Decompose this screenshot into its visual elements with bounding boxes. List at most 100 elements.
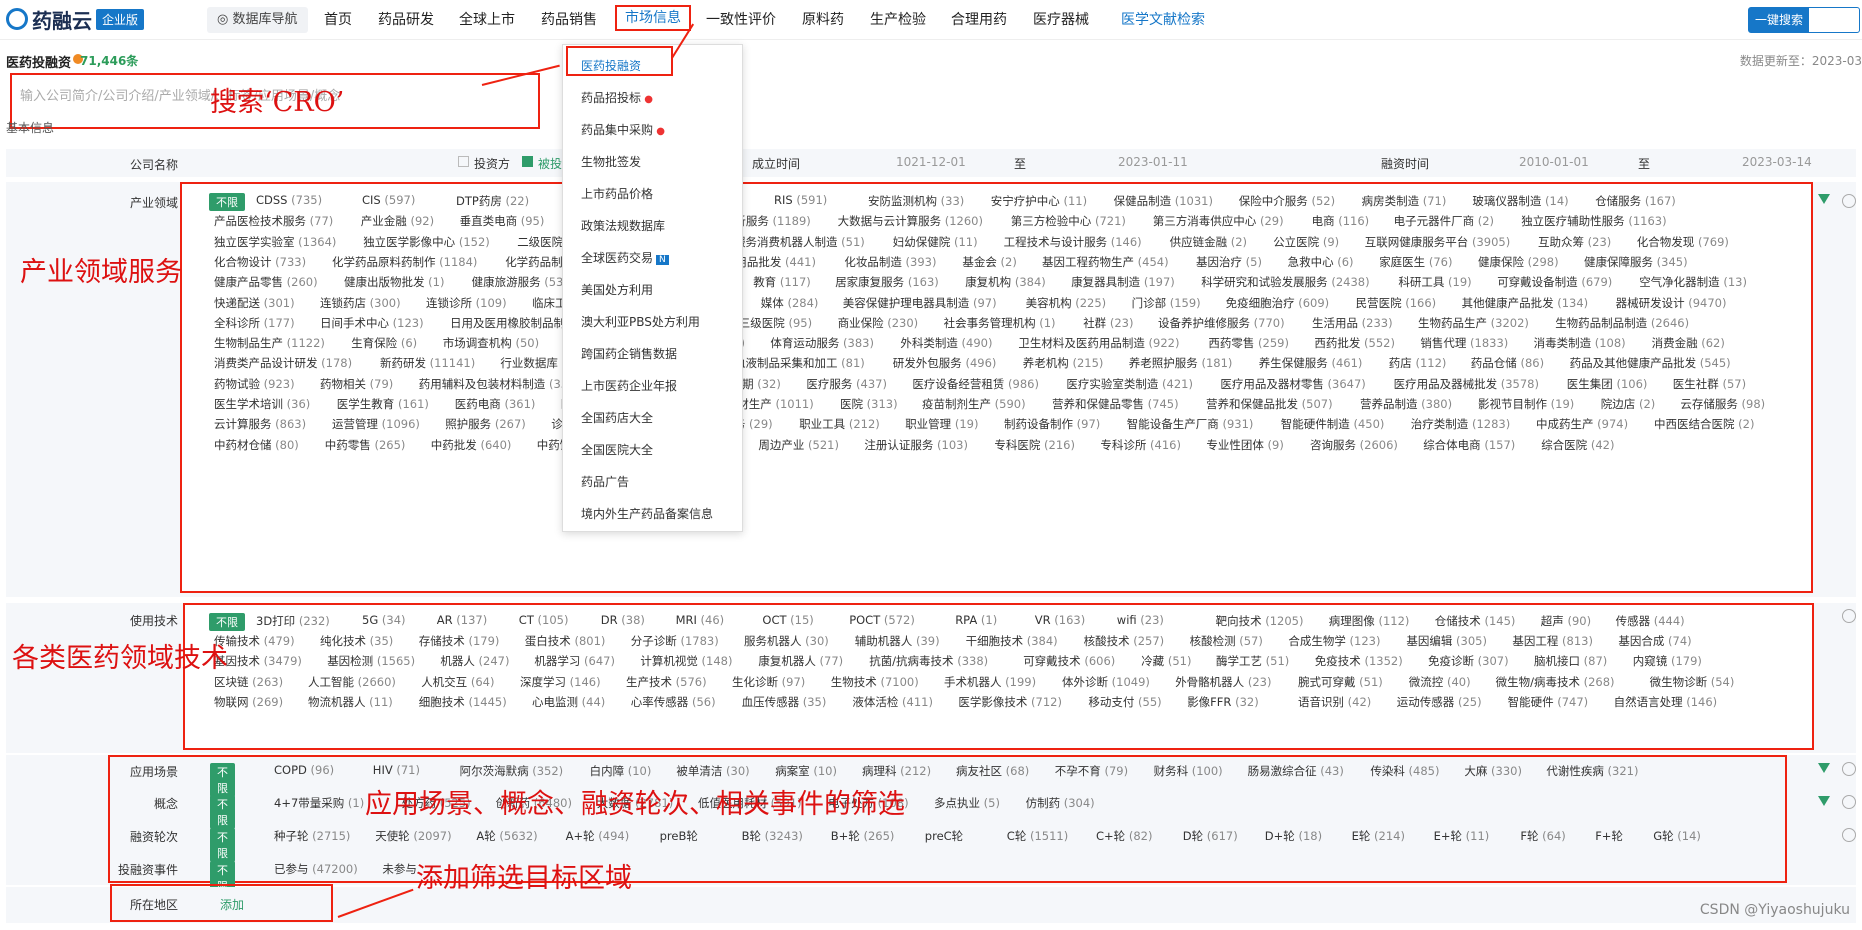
- filter-option[interactable]: 消费金融 (62): [1652, 335, 1725, 351]
- filter-option[interactable]: 连锁药店 (300): [320, 295, 401, 311]
- filter-option[interactable]: 社会事务管理机构 (1): [944, 315, 1056, 331]
- investee-checkbox[interactable]: [522, 156, 533, 167]
- filter-option[interactable]: 安防监测机构 (33): [868, 193, 964, 209]
- filter-option[interactable]: 营养和保健品批发 (507): [1206, 396, 1333, 412]
- menu-item[interactable]: 澳大利亚PBS处方利用: [581, 313, 700, 330]
- filter-option[interactable]: 核酸检测 (57): [1190, 633, 1263, 649]
- filter-option[interactable]: 化学药品原料药制作 (1184): [332, 254, 477, 270]
- filter-option[interactable]: 医疗服务 (437): [806, 376, 887, 392]
- filter-option[interactable]: 康复器具制造 (197): [1071, 274, 1175, 290]
- filter-option[interactable]: VR (163): [1035, 613, 1085, 627]
- filter-option[interactable]: 专业性团体 (9): [1206, 437, 1283, 453]
- filter-option[interactable]: 财务科 (100): [1154, 763, 1223, 779]
- filter-option[interactable]: 肠易激综合征 (43): [1248, 763, 1344, 779]
- filter-option[interactable]: 影像FFR (32): [1187, 694, 1259, 710]
- filter-option[interactable]: 医疗用品及器材零售 (3647): [1220, 376, 1365, 392]
- filter-option[interactable]: 种子轮 (2715): [274, 828, 350, 844]
- filter-option[interactable]: 中药批发 (640): [431, 437, 512, 453]
- filter-option[interactable]: 健康出版物批发 (1): [344, 274, 444, 290]
- filter-option[interactable]: 民营医院 (166): [1356, 295, 1437, 311]
- filter-option[interactable]: 智能硬件 (747): [1508, 694, 1589, 710]
- filter-option[interactable]: 病理图像 (112): [1329, 613, 1410, 629]
- filter-option[interactable]: 第三方检验中心 (721): [1011, 213, 1126, 229]
- filter-option[interactable]: 疫苗制剂生产 (590): [922, 396, 1026, 412]
- filter-option[interactable]: 影视节目制作 (19): [1478, 396, 1574, 412]
- quick-search[interactable]: 一键搜索: [1748, 7, 1860, 33]
- filter-option[interactable]: F+轮: [1595, 828, 1623, 844]
- filter-option[interactable]: 物联网 (269): [214, 694, 283, 710]
- filter-option[interactable]: 病房类制造 (71): [1362, 193, 1447, 209]
- filter-option[interactable]: 设备养护维修服务 (770): [1158, 315, 1285, 331]
- filter-option[interactable]: 工程技术与设计服务 (146): [1004, 234, 1142, 250]
- filter-option[interactable]: 教育 (117): [753, 274, 811, 290]
- filter-option[interactable]: 垂直类电商 (95): [460, 213, 545, 229]
- filter-option[interactable]: 仓储技术 (145): [1435, 613, 1516, 629]
- filter-option[interactable]: 科学研究和试验发展服务 (2438): [1201, 274, 1369, 290]
- filter-option[interactable]: 大麻 (330): [1464, 763, 1522, 779]
- menu-item[interactable]: 境内外生产药品备案信息: [581, 505, 713, 522]
- filter-option[interactable]: B轮 (3243): [742, 828, 803, 844]
- filter-option[interactable]: 产业金融 (92): [361, 213, 434, 229]
- nav-rational-use[interactable]: 合理用药: [951, 9, 1007, 29]
- filter-option[interactable]: 制药设备制作 (97): [1004, 416, 1100, 432]
- filter-icon[interactable]: [1818, 796, 1830, 806]
- filter-option[interactable]: preB轮: [660, 828, 698, 844]
- filter-option[interactable]: 综合体电商 (157): [1423, 437, 1515, 453]
- filter-option[interactable]: 医药电商 (361): [455, 396, 536, 412]
- filter-option[interactable]: 化合物设计 (733): [214, 254, 306, 270]
- filter-option[interactable]: 西药零售 (259): [1208, 335, 1289, 351]
- filter-option[interactable]: wifi (23): [1117, 613, 1164, 627]
- filter-option[interactable]: 微生物诊断 (54): [1650, 674, 1735, 690]
- nav-home[interactable]: 首页: [324, 9, 352, 29]
- menu-item[interactable]: 药品集中采购 ●: [581, 121, 665, 138]
- filter-option[interactable]: 周边产业 (521): [758, 437, 839, 453]
- unlimited-option[interactable]: 不限: [209, 613, 245, 631]
- filter-option[interactable]: 产品医检技术服务 (77): [214, 213, 333, 229]
- filter-option[interactable]: 纯化技术 (35): [320, 633, 393, 649]
- filter-option[interactable]: 日间手术中心 (123): [320, 315, 424, 331]
- filter-option[interactable]: COPD (96): [274, 763, 334, 777]
- filter-option[interactable]: 抗菌/抗病毒技术 (338): [869, 653, 988, 669]
- filter-option[interactable]: 化合物发现 (769): [1637, 234, 1729, 250]
- filter-option[interactable]: 4+7带量采购 (1): [274, 795, 364, 811]
- filter-option[interactable]: 妇幼保健院 (11): [893, 234, 978, 250]
- filter-option[interactable]: 存储技术 (179): [419, 633, 500, 649]
- filter-option[interactable]: 照护服务 (267): [445, 416, 526, 432]
- filter-option[interactable]: 生物药品生产 (3202): [1418, 315, 1529, 331]
- filter-option[interactable]: 天使轮 (2097): [375, 828, 451, 844]
- filter-option[interactable]: 干细胞技术 (384): [966, 633, 1058, 649]
- filter-option[interactable]: 运营管理 (1096): [332, 416, 420, 432]
- filter-option[interactable]: 蛋白技术 (801): [525, 633, 606, 649]
- unlimited-option[interactable]: 不限: [210, 763, 235, 797]
- filter-option[interactable]: 化妆品制造 (393): [844, 254, 936, 270]
- filter-option[interactable]: 血压传感器 (35): [742, 694, 827, 710]
- filter-option[interactable]: 智能设备生产厂商 (931): [1127, 416, 1254, 432]
- filter-option[interactable]: 空气净化器制造 (13): [1639, 274, 1747, 290]
- filter-option[interactable]: 传感器 (444): [1616, 613, 1685, 629]
- filter-option[interactable]: 药用辅料及包装材料制造 (351): [419, 376, 580, 392]
- filter-option[interactable]: 医疗设备经营租赁 (986): [912, 376, 1039, 392]
- filter-option[interactable]: 基因工程 (813): [1512, 633, 1593, 649]
- filter-option[interactable]: 科研工具 (19): [1398, 274, 1471, 290]
- filter-option[interactable]: 医学生教育 (161): [337, 396, 429, 412]
- filter-option[interactable]: preC轮: [925, 828, 963, 844]
- unlimited-option[interactable]: 不限: [210, 795, 235, 829]
- filter-option[interactable]: 服务消费机器人制造 (51): [734, 234, 865, 250]
- filter-option[interactable]: MRI (46): [676, 613, 725, 627]
- filter-option[interactable]: 生育保险 (6): [351, 335, 417, 351]
- filter-option[interactable]: E轮 (214): [1352, 828, 1405, 844]
- filter-option[interactable]: 已参与 (47200): [274, 861, 358, 877]
- filter-icon[interactable]: [1818, 194, 1830, 204]
- filter-option[interactable]: 医生集团 (106): [1567, 376, 1648, 392]
- filter-option[interactable]: 安宁疗护中心 (11): [991, 193, 1087, 209]
- filter-option[interactable]: 内窥镜 (179): [1633, 653, 1702, 669]
- filter-option[interactable]: 手术机器人 (199): [944, 674, 1036, 690]
- filter-option[interactable]: 可穿戴技术 (606): [1023, 653, 1115, 669]
- filter-option[interactable]: 职业管理 (19): [905, 416, 978, 432]
- filter-option[interactable]: 不孕不育 (79): [1055, 763, 1128, 779]
- filter-option[interactable]: 中西医结合医院 (2): [1654, 416, 1754, 432]
- filter-option[interactable]: 微生物/病毒技术 (268): [1496, 674, 1615, 690]
- filter-option[interactable]: 家庭医生 (76): [1379, 254, 1452, 270]
- filter-option[interactable]: 药物试验 (923): [214, 376, 295, 392]
- filter-option[interactable]: 机器学习 (647): [534, 653, 615, 669]
